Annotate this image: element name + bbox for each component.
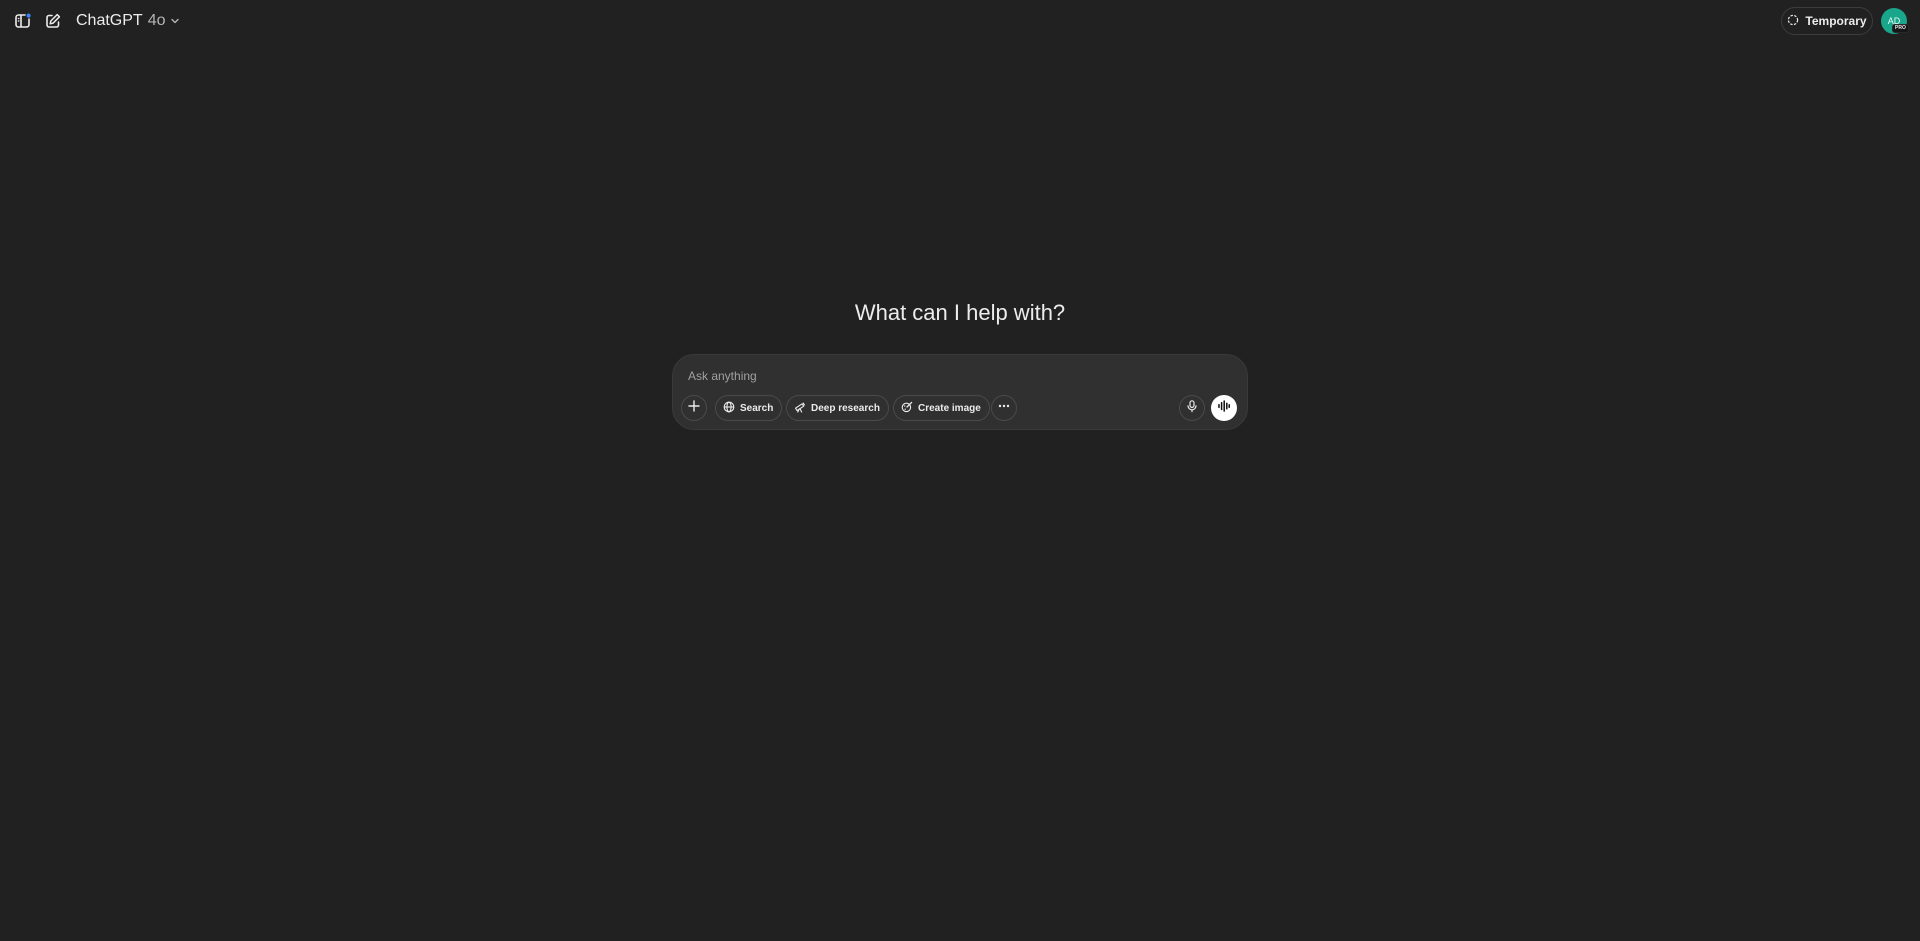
more-tools-button[interactable] xyxy=(991,395,1017,421)
globe-icon xyxy=(723,401,735,416)
create-image-tool-label: Create image xyxy=(918,402,981,414)
model-version: 4o xyxy=(147,12,166,29)
sidebar-toggle-button[interactable] xyxy=(9,7,37,35)
model-switcher[interactable]: ChatGPT 4o xyxy=(70,8,186,34)
sidebar-toggle-icon xyxy=(13,11,33,31)
more-horizontal-icon xyxy=(997,399,1011,418)
deep-research-tool-button[interactable]: Deep research xyxy=(786,395,889,421)
page-title: What can I help with? xyxy=(854,300,1066,325)
microphone-icon xyxy=(1185,399,1199,418)
plus-icon xyxy=(687,399,701,418)
chevron-down-icon xyxy=(170,16,180,26)
dictate-button[interactable] xyxy=(1179,395,1205,421)
search-tool-label: Search xyxy=(740,402,774,414)
composer: Search Deep research Create image xyxy=(672,354,1248,430)
temporary-chat-button[interactable]: Temporary xyxy=(1781,7,1873,35)
temporary-chat-icon xyxy=(1787,14,1799,29)
image-brush-icon xyxy=(901,401,913,416)
temporary-chat-label: Temporary xyxy=(1805,14,1867,28)
attach-button[interactable] xyxy=(681,395,707,421)
prompt-input[interactable] xyxy=(686,365,1226,387)
create-image-tool-button[interactable]: Create image xyxy=(893,395,990,421)
search-tool-button[interactable]: Search xyxy=(715,395,783,421)
top-bar: ChatGPT 4o Temporary AD PRO xyxy=(0,0,1920,42)
deep-research-tool-label: Deep research xyxy=(811,402,880,414)
voice-waveform-icon xyxy=(1217,399,1231,418)
new-chat-icon xyxy=(43,11,63,31)
new-chat-button[interactable] xyxy=(39,7,67,35)
telescope-icon xyxy=(794,401,806,416)
model-name: ChatGPT xyxy=(76,12,143,29)
plan-badge: PRO xyxy=(1892,24,1909,33)
voice-mode-button[interactable] xyxy=(1211,395,1237,421)
